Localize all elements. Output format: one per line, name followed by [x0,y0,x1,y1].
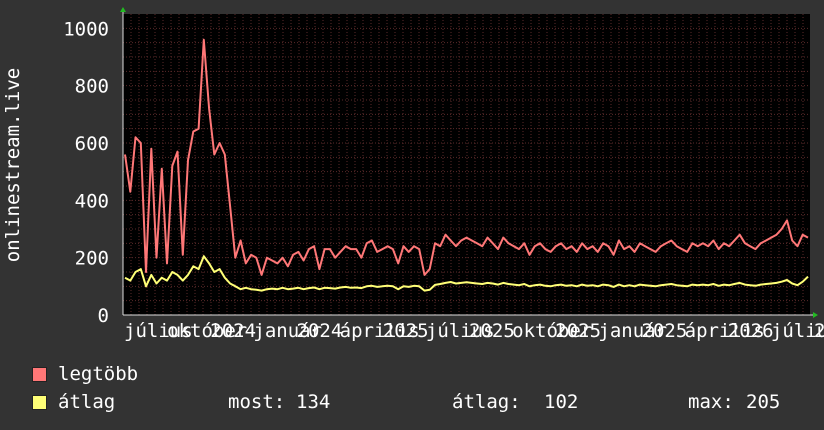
y-tick-label: 200 [75,248,109,270]
x-tick-label: 2026 [814,320,824,342]
x-tick-label: 2025 [642,320,688,342]
chart-canvas: 02004006008001000onlinestream.livejúlius… [2,7,824,342]
x-tick-label: 2024 [297,320,343,342]
stat-max-value: 205 [746,391,781,413]
stat-average-value: 102 [544,391,579,413]
legend-swatch-max [32,367,47,382]
x-axis-arrow [813,312,818,318]
stat-average-label: átlag: [452,391,521,413]
y-tick-label: 600 [75,133,109,155]
legend-swatch-avg [32,395,47,410]
legend-label-avg: átlag [58,391,116,413]
x-tick-label: 2026 [728,320,774,342]
stat-current-label: most: [228,391,286,413]
x-tick-label: 2025 [469,320,515,342]
stat-max-label: max: [688,391,734,413]
x-tick-label: 2025 [555,320,601,342]
y-axis-title: onlinestream.live [2,68,24,262]
y-tick-label: 0 [98,305,109,327]
x-tick-label: 2024 [210,320,256,342]
legend-label-max: legtöbb [58,363,139,385]
stat-current-value: 134 [296,391,331,413]
y-tick-label: 1000 [63,18,109,40]
x-tick-label: 2025 [383,320,429,342]
y-axis-arrow [120,7,126,12]
y-tick-label: 800 [75,76,109,98]
y-tick-label: 400 [75,190,109,212]
